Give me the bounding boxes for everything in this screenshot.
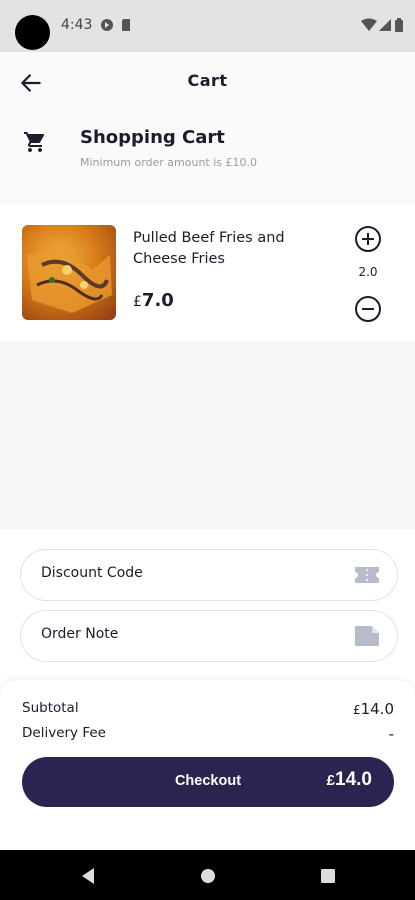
status-time: 4:43 <box>61 17 93 33</box>
status-bar: 4:43 <box>0 0 415 52</box>
subtotal-amount: 14.0 <box>360 700 394 718</box>
sim-card-icon <box>122 19 130 31</box>
decrease-quantity-icon[interactable] <box>354 295 382 323</box>
nav-recents-icon[interactable] <box>318 866 338 886</box>
nav-home-icon[interactable] <box>198 866 218 886</box>
minimum-order-note: Minimum order amount is £10.0 <box>80 156 258 169</box>
increase-quantity-icon[interactable] <box>354 225 382 253</box>
order-summary: Subtotal £14.0 Delivery Fee - Checkout £… <box>0 680 415 850</box>
wifi-icon <box>361 18 377 31</box>
camera-cutout <box>15 15 50 50</box>
subtotal-currency: £ <box>352 703 361 717</box>
quantity-value: 2.0 <box>358 265 378 279</box>
app-notification-icon <box>101 19 113 31</box>
shopping-cart-title: Shopping Cart <box>80 127 225 148</box>
price-value: 7.0 <box>141 290 174 311</box>
empty-cart-space <box>0 341 415 529</box>
cart-header: Shopping Cart Minimum order amount is £1… <box>0 112 415 204</box>
checkout-button[interactable]: Checkout £14.0 <box>22 757 394 807</box>
product-image <box>22 225 116 320</box>
shopping-cart-icon <box>24 132 45 152</box>
page-title: Cart <box>187 71 228 90</box>
cart-item: Pulled Beef Fries and Cheese Fries £7.0 … <box>0 204 415 341</box>
delivery-fee-row: Delivery Fee - <box>22 725 394 743</box>
delivery-fee-label: Delivery Fee <box>22 725 106 741</box>
app-bar: Cart <box>0 52 415 112</box>
fries-illustration <box>27 245 112 313</box>
ticket-icon <box>355 567 379 583</box>
order-note-label: Order Note <box>41 626 119 642</box>
battery-icon <box>395 18 403 32</box>
order-note-field[interactable]: Order Note <box>20 610 398 662</box>
subtotal-row: Subtotal £14.0 <box>22 700 394 718</box>
checkout-currency: £ <box>326 772 336 789</box>
system-navigation-bar <box>0 850 415 900</box>
delivery-fee-value: - <box>388 725 394 743</box>
nav-back-icon[interactable] <box>78 866 98 886</box>
cell-signal-icon <box>379 19 391 31</box>
checkout-amount: 14.0 <box>335 769 372 790</box>
product-name: Pulled Beef Fries and Cheese Fries <box>133 230 285 267</box>
note-icon <box>355 626 379 646</box>
price-currency: £ <box>133 294 142 310</box>
checkout-total: £14.0 <box>327 769 372 791</box>
product-price: £7.0 <box>133 290 174 311</box>
subtotal-label: Subtotal <box>22 700 79 716</box>
discount-code-field[interactable]: Discount Code <box>20 549 398 601</box>
subtotal-value: £14.0 <box>353 700 394 718</box>
discount-code-label: Discount Code <box>41 565 143 581</box>
